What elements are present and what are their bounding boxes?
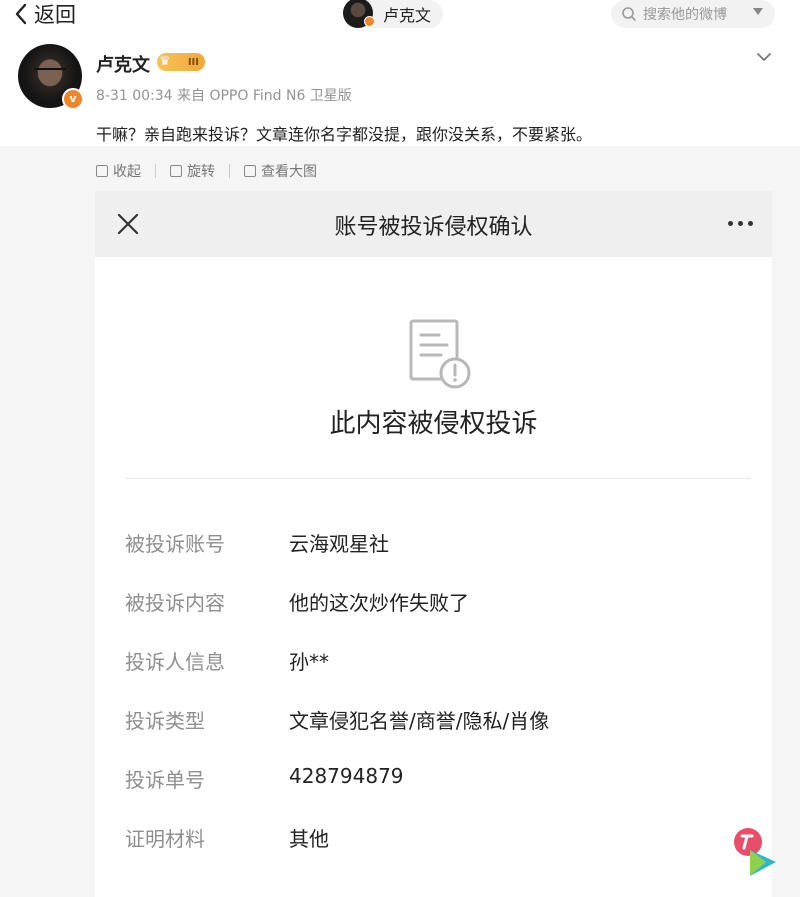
verified-badge-icon: v [62, 88, 84, 110]
post-text: 干嘛？亲自跑来投诉？文章连你名字都没提，跟你没关系，不要紧张。 [96, 125, 593, 144]
back-button[interactable]: 返回 [14, 0, 76, 28]
top-bar: 返回 卢克文 搜索他的微博 [0, 0, 800, 30]
divider [125, 478, 751, 479]
info-value: 孙** [289, 650, 329, 674]
info-key: 投诉类型 [125, 709, 205, 733]
avatar [343, 0, 375, 28]
info-key: 被投诉账号 [125, 532, 225, 556]
top-user-chip[interactable]: 卢克文 [343, 0, 444, 28]
search-placeholder: 搜索他的微博 [643, 7, 727, 23]
verified-icon [364, 16, 375, 27]
info-value: 他的这次炒作失败了 [289, 591, 469, 615]
info-row: 投诉类型 文章侵犯名誉/商誉/隐私/肖像 [125, 705, 745, 735]
info-key: 投诉人信息 [125, 650, 225, 674]
info-key: 被投诉内容 [125, 591, 225, 615]
post-meta: 8-31 00:34 来自 OPPO Find N6 卫星版 [96, 88, 352, 104]
info-row: 被投诉内容 他的这次炒作失败了 [125, 587, 745, 617]
image-icon [244, 165, 256, 177]
collapse-label: 收起 [113, 164, 141, 180]
back-label: 返回 [34, 3, 76, 27]
info-value: 文章侵犯名誉/商誉/隐私/肖像 [289, 709, 550, 733]
rotate-icon [170, 165, 182, 177]
dropdown-caret-icon[interactable] [753, 8, 763, 15]
info-row: 投诉人信息 孙** [125, 646, 745, 676]
rotate-label: 旋转 [187, 164, 215, 180]
info-key: 证明材料 [125, 827, 205, 851]
level-label: III [187, 56, 199, 68]
document-warning-icon [409, 319, 471, 389]
post-header: v 卢克文 ♛ III 8-31 00:34 来自 OPPO Find N6 卫… [0, 40, 800, 144]
info-key: 投诉单号 [125, 768, 205, 792]
watermark-logo-icon [734, 828, 776, 876]
screenshot-title: 账号被投诉侵权确认 [334, 215, 533, 240]
info-value: 云海观星社 [289, 532, 389, 556]
info-row: 被投诉账号 云海观星社 [125, 528, 745, 558]
view-large-button[interactable]: 查看大图 [244, 161, 317, 181]
screenshot-header: 账号被投诉侵权确认 [95, 191, 772, 257]
info-row: 证明材料 其他 [125, 823, 745, 853]
info-value: 428794879 [289, 764, 404, 788]
collapse-button[interactable]: 收起 [96, 161, 141, 181]
top-user-name: 卢克文 [383, 6, 432, 25]
collapse-icon [96, 165, 108, 177]
embedded-screenshot[interactable]: 账号被投诉侵权确认 此内容被侵权投诉 被投诉账号 云海观星社 被投诉内容 他的这… [95, 191, 772, 897]
author-name[interactable]: 卢克文 [96, 51, 150, 77]
divider [229, 164, 230, 178]
image-toolbar: 收起 旋转 查看大图 [96, 160, 317, 182]
info-row: 投诉单号 428794879 [125, 764, 745, 794]
chevron-down-icon[interactable] [756, 52, 772, 62]
avatar-glasses [34, 68, 66, 78]
rotate-button[interactable]: 旋转 [170, 161, 215, 181]
search-icon [622, 7, 636, 21]
search-input[interactable]: 搜索他的微博 [611, 0, 775, 28]
chevron-left-icon [15, 3, 27, 25]
divider [155, 164, 156, 178]
info-value: 其他 [289, 827, 329, 851]
author-avatar[interactable]: v [18, 44, 84, 110]
crown-icon: ♛ [159, 54, 171, 69]
member-level-badge[interactable]: ♛ III [157, 53, 205, 71]
more-icon [728, 221, 753, 226]
complaint-heading: 此内容被侵权投诉 [329, 409, 538, 439]
view-large-label: 查看大图 [261, 164, 317, 180]
